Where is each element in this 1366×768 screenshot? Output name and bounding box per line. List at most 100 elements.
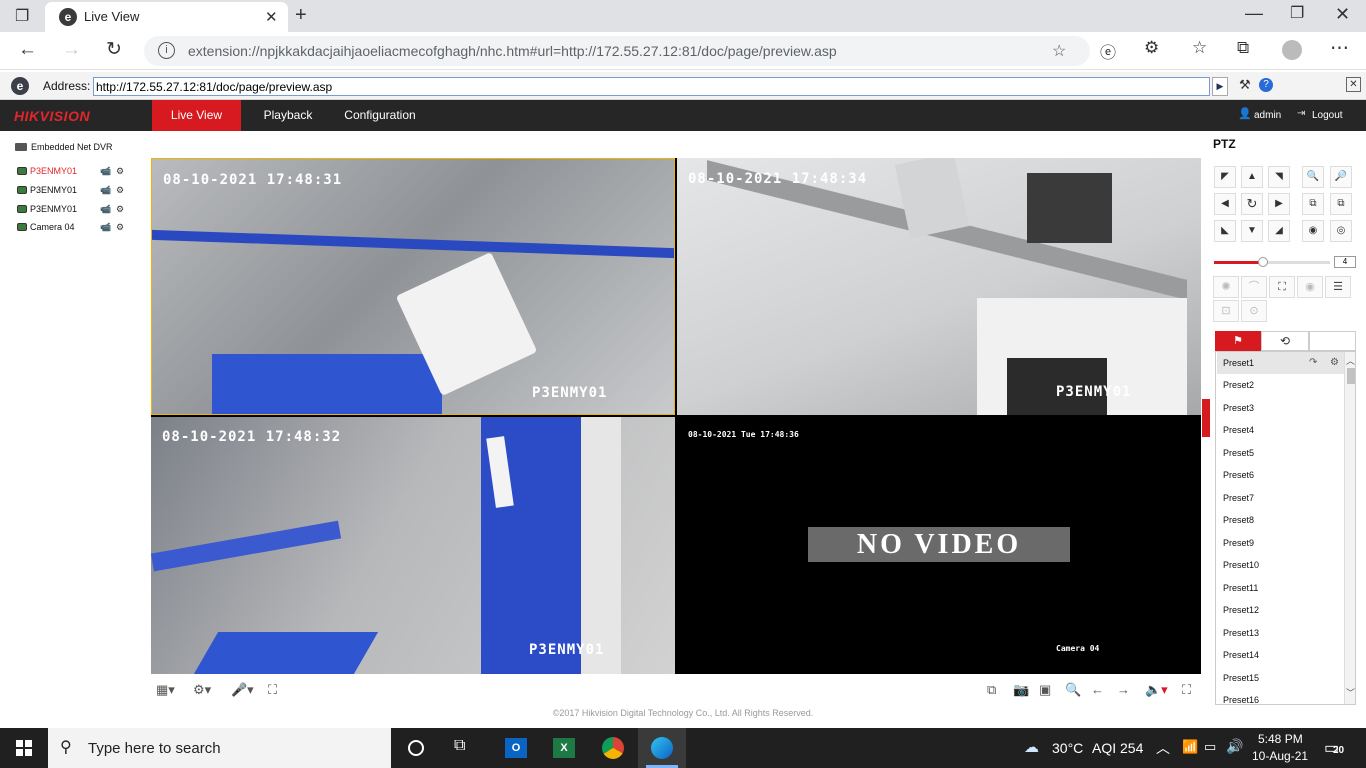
panel-collapse-handle[interactable] <box>1202 399 1210 437</box>
scroll-thumb[interactable] <box>1347 368 1355 384</box>
preset-item[interactable]: Preset2 <box>1217 374 1344 396</box>
record-icon[interactable]: 📹 <box>100 222 111 233</box>
ptz-right-button[interactable]: ▶ <box>1268 193 1290 215</box>
nav-configuration[interactable]: Configuration <box>338 100 422 131</box>
back-icon[interactable]: ← <box>18 39 37 61</box>
help-icon[interactable]: ? <box>1259 78 1273 92</box>
tools-icon[interactable]: ⚒ <box>1239 77 1251 93</box>
preset-item[interactable]: Preset10 <box>1217 554 1344 576</box>
preset-item[interactable]: Preset3 <box>1217 397 1344 419</box>
ptz-down-right-button[interactable]: ◢ <box>1268 220 1290 242</box>
video-window-3[interactable]: 08-10-2021 17:48:32 P3ENMY01 <box>151 417 675 674</box>
camera-2[interactable]: P3ENMY01 <box>30 185 77 195</box>
outlook-icon[interactable]: O <box>505 738 527 758</box>
record-icon[interactable]: 📹 <box>100 185 111 196</box>
battery-icon[interactable]: ▭ <box>1204 739 1216 755</box>
go-icon[interactable]: ▶ <box>1212 77 1228 96</box>
ie-mode-icon[interactable]: ⓔ <box>1100 39 1116 63</box>
device-root[interactable]: Embedded Net DVR <box>31 142 113 152</box>
volume-icon[interactable]: 🔈▾ <box>1145 682 1168 698</box>
preset-tab[interactable]: ⚑ <box>1215 331 1261 351</box>
video-window-1[interactable]: 08-10-2021 17:48:31 P3ENMY01 <box>151 158 675 415</box>
pattern-tab[interactable] <box>1309 331 1356 351</box>
scroll-up-icon[interactable]: ︿ <box>1346 354 1355 367</box>
wiper-button[interactable]: ⌒ <box>1241 276 1267 298</box>
call-preset-icon[interactable]: ↷ <box>1309 352 1317 374</box>
logout-link[interactable]: Logout <box>1312 110 1343 121</box>
window-close-icon[interactable]: ✕ <box>1335 4 1350 25</box>
preset-item[interactable]: Preset11 <box>1217 577 1344 599</box>
favorite-add-icon[interactable]: ☆ <box>1052 41 1066 61</box>
preset-item[interactable]: Preset16 <box>1217 689 1344 704</box>
ptz-left-button[interactable]: ◀ <box>1214 193 1236 215</box>
record-all-icon[interactable]: ▣ <box>1039 682 1051 698</box>
stop-all-icon[interactable]: ⧉ <box>987 682 996 698</box>
digital-zoom-icon[interactable]: 🔍 <box>1065 682 1081 698</box>
volume-icon[interactable]: 🔊 <box>1226 738 1243 755</box>
ptz-up-button[interactable]: ▲ <box>1241 166 1263 188</box>
collections-icon[interactable]: ⧉ <box>1237 38 1249 58</box>
clock-date[interactable]: 10-Aug-21 <box>1252 749 1308 763</box>
iris-close-button[interactable]: ◎ <box>1330 220 1352 242</box>
stream-settings-icon[interactable]: ⚙ <box>116 204 124 215</box>
scroll-down-icon[interactable]: ﹀ <box>1346 686 1355 699</box>
temperature[interactable]: 30°C <box>1052 740 1083 756</box>
chrome-icon[interactable] <box>602 737 624 759</box>
zoom-out-button[interactable]: 🔍 <box>1302 166 1324 188</box>
preset-item[interactable]: Preset1 ↷ ⚙ <box>1217 352 1344 374</box>
video-window-4[interactable]: 08-10-2021 Tue 17:48:36 NO VIDEO Camera … <box>677 417 1201 674</box>
camera-3[interactable]: P3ENMY01 <box>30 204 77 214</box>
capture-icon[interactable]: 📷 <box>1013 682 1029 698</box>
set-preset-icon[interactable]: ⚙ <box>1330 352 1339 374</box>
windows-start-icon[interactable] <box>16 740 32 756</box>
speed-value[interactable]: 4 <box>1334 256 1356 268</box>
ptz-auto-button[interactable]: ↻ <box>1241 193 1263 215</box>
aux-focus-button[interactable]: ⊡ <box>1213 300 1239 322</box>
close-tab-icon[interactable]: ✕ <box>265 8 278 26</box>
speed-slider[interactable] <box>1214 257 1330 267</box>
ie-bar-close-icon[interactable]: ✕ <box>1346 77 1361 92</box>
preset-item[interactable]: Preset13 <box>1217 622 1344 644</box>
ptz-up-left-button[interactable]: ◤ <box>1214 166 1236 188</box>
preset-scrollbar[interactable]: ︿ ﹀ <box>1344 352 1355 704</box>
menu-button[interactable]: ☰ <box>1325 276 1351 298</box>
preset-item[interactable]: Preset8 <box>1217 509 1344 531</box>
taskbar-search[interactable]: ⚲ Type here to search <box>48 728 391 768</box>
iris-open-button[interactable]: ◉ <box>1302 220 1324 242</box>
task-view-icon[interactable]: ⧉ <box>454 737 465 755</box>
cortana-icon[interactable] <box>408 740 424 756</box>
focus-far-button[interactable]: ⧉ <box>1330 193 1352 215</box>
preset-item[interactable]: Preset12 <box>1217 599 1344 621</box>
ptz-down-left-button[interactable]: ◣ <box>1214 220 1236 242</box>
record-icon[interactable]: 📹 <box>100 166 111 177</box>
tab-actions-icon[interactable]: ❐ <box>15 6 29 26</box>
manual-tracking-button[interactable]: ⊙ <box>1241 300 1267 322</box>
site-info-icon[interactable]: i <box>158 42 175 59</box>
record-icon[interactable]: 📹 <box>100 204 111 215</box>
aqi[interactable]: AQI 254 <box>1092 740 1143 756</box>
preset-item[interactable]: Preset9 <box>1217 532 1344 554</box>
logout-icon[interactable]: ⇥ <box>1297 108 1305 119</box>
stream-type-icon[interactable]: ⚙▾ <box>193 682 211 698</box>
minimize-icon[interactable]: — <box>1245 3 1263 24</box>
network-icon[interactable]: 📶 <box>1182 739 1198 755</box>
show-hidden-icons[interactable]: ︿ <box>1156 738 1170 758</box>
preset-item[interactable]: Preset15 <box>1217 667 1344 689</box>
window-layout-icon[interactable]: ▦▾ <box>156 682 175 698</box>
preset-item[interactable]: Preset14 <box>1217 644 1344 666</box>
clock-time[interactable]: 5:48 PM <box>1258 732 1303 746</box>
light-button[interactable]: ✺ <box>1213 276 1239 298</box>
stream-settings-icon[interactable]: ⚙ <box>116 166 124 177</box>
ptz-down-button[interactable]: ▼ <box>1241 220 1263 242</box>
microphone-icon[interactable]: 🎤▾ <box>231 682 254 698</box>
forward-icon[interactable]: → <box>62 39 81 61</box>
3d-positioning-button[interactable]: ⛶ <box>1269 276 1295 298</box>
excel-icon[interactable]: X <box>553 738 575 758</box>
address-bar[interactable]: i extension://npjkkakdacjaihjaoeliacmeco… <box>144 36 1090 66</box>
more-menu-icon[interactable]: ⋯ <box>1330 37 1349 60</box>
camera-4[interactable]: Camera 04 <box>30 222 75 232</box>
stream-settings-icon[interactable]: ⚙ <box>116 222 124 233</box>
preset-item[interactable]: Preset5 <box>1217 442 1344 464</box>
stream-settings-icon[interactable]: ⚙ <box>116 185 124 196</box>
preset-item[interactable]: Preset4 <box>1217 419 1344 441</box>
